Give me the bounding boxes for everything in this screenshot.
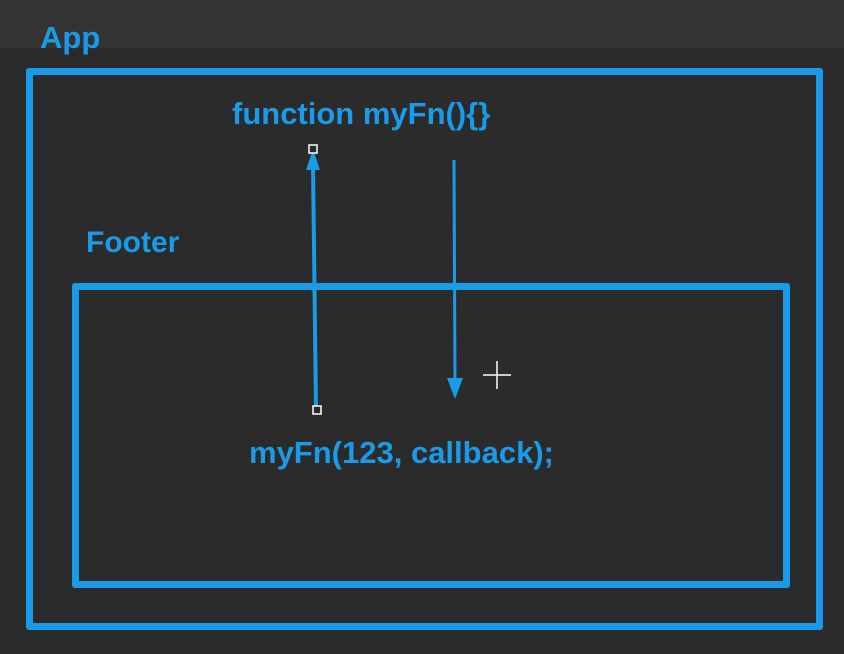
arrow-up-handle-bottom[interactable]	[312, 405, 322, 415]
arrow-down[interactable]	[447, 159, 463, 399]
crosshair-cursor-icon	[483, 361, 511, 389]
arrow-down-head	[447, 378, 463, 399]
arrows-layer	[306, 144, 511, 415]
arrow-up-shaft	[311, 165, 318, 411]
arrow-down-shaft	[452, 159, 457, 383]
arrow-up[interactable]	[306, 144, 322, 415]
arrow-up-handle-top[interactable]	[308, 144, 318, 154]
